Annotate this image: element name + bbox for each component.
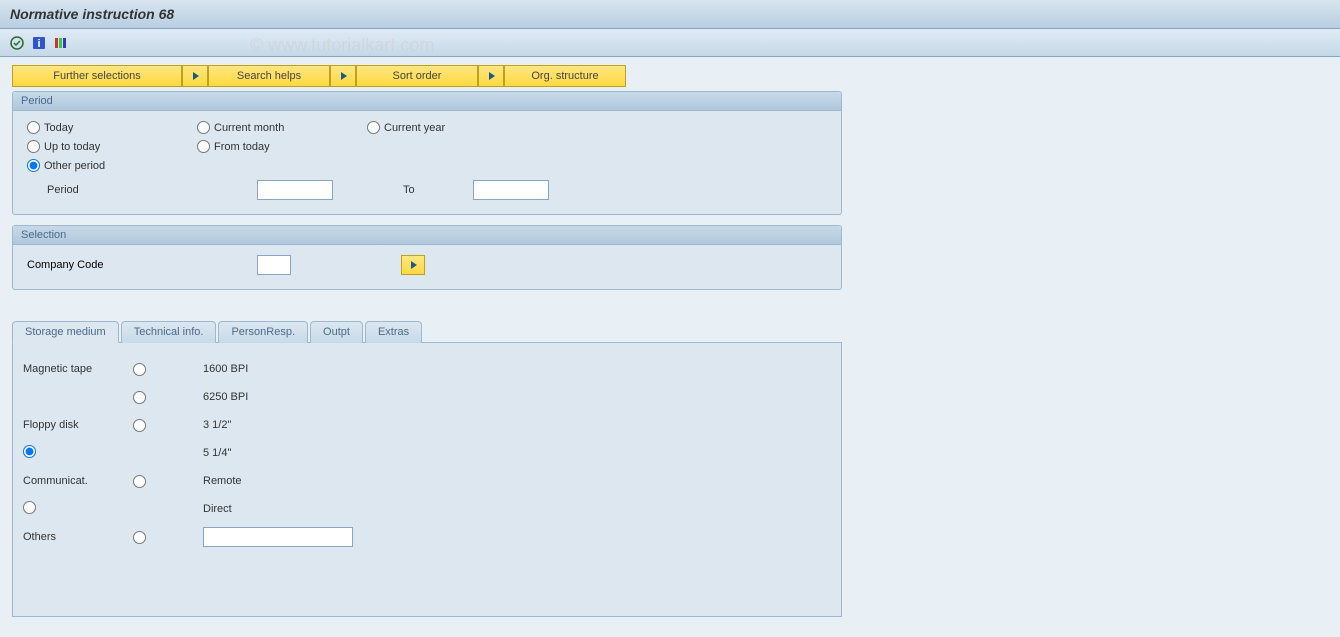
arrow-right-icon bbox=[411, 261, 417, 269]
others-input[interactable] bbox=[203, 527, 353, 547]
current-year-radio[interactable] bbox=[367, 121, 380, 134]
tab-technical-info[interactable]: Technical info. bbox=[121, 321, 217, 343]
org-structure-arrow-button[interactable] bbox=[478, 65, 504, 87]
search-helps-arrow-button[interactable] bbox=[182, 65, 208, 87]
other-period-radio[interactable] bbox=[27, 159, 40, 172]
direct-label: Direct bbox=[203, 503, 232, 515]
org-structure-button[interactable]: Org. structure bbox=[504, 65, 626, 87]
others-radio[interactable] bbox=[133, 531, 146, 544]
floppy-3-5-radio[interactable] bbox=[133, 419, 146, 432]
period-group-title: Period bbox=[13, 92, 841, 111]
current-year-label[interactable]: Current year bbox=[384, 122, 445, 134]
further-selections-button[interactable]: Further selections bbox=[12, 65, 182, 87]
floppy-5-25-left-radio[interactable] bbox=[23, 445, 36, 458]
multiple-selection-button[interactable] bbox=[401, 255, 425, 275]
from-today-label[interactable]: From today bbox=[214, 141, 270, 153]
period-to-label: To bbox=[333, 184, 473, 196]
selection-group: Selection Company Code bbox=[12, 225, 842, 290]
arrow-right-icon bbox=[193, 72, 199, 80]
company-code-label: Company Code bbox=[27, 259, 257, 271]
tab-person-resp[interactable]: PersonResp. bbox=[218, 321, 308, 343]
info-icon[interactable]: i bbox=[30, 34, 48, 52]
period-group: Period Today Current month Current year … bbox=[12, 91, 842, 215]
communicat-label: Communicat. bbox=[23, 475, 133, 487]
tab-storage-medium[interactable]: Storage medium bbox=[12, 321, 119, 343]
execute-icon[interactable] bbox=[8, 34, 26, 52]
tab-strip: Storage medium Technical info. PersonRes… bbox=[12, 320, 1328, 342]
period-to-input[interactable] bbox=[473, 180, 549, 200]
search-helps-button[interactable]: Search helps bbox=[208, 65, 330, 87]
remote-radio[interactable] bbox=[133, 475, 146, 488]
today-label[interactable]: Today bbox=[44, 122, 73, 134]
action-button-row: Further selections Search helps Sort ord… bbox=[12, 65, 1328, 87]
up-to-today-radio[interactable] bbox=[27, 140, 40, 153]
tab-extras[interactable]: Extras bbox=[365, 321, 422, 343]
size-5-25-label: 5 1/4" bbox=[203, 447, 231, 459]
today-radio[interactable] bbox=[27, 121, 40, 134]
tab-output[interactable]: Outpt bbox=[310, 321, 363, 343]
company-code-input[interactable] bbox=[257, 255, 291, 275]
storage-tab-panel: Magnetic tape 1600 BPI 6250 BPI Floppy d… bbox=[12, 342, 842, 617]
content-area: Further selections Search helps Sort ord… bbox=[0, 57, 1340, 637]
from-today-radio[interactable] bbox=[197, 140, 210, 153]
magnetic-tape-1600-radio[interactable] bbox=[133, 363, 146, 376]
direct-left-radio[interactable] bbox=[23, 501, 36, 514]
svg-text:i: i bbox=[37, 38, 40, 50]
arrow-right-icon bbox=[341, 72, 347, 80]
period-field-label: Period bbox=[47, 184, 257, 196]
sort-order-button[interactable]: Sort order bbox=[356, 65, 478, 87]
arrow-right-icon bbox=[489, 72, 495, 80]
remote-label: Remote bbox=[203, 475, 242, 487]
floppy-disk-label: Floppy disk bbox=[23, 419, 133, 431]
title-bar: Normative instruction 68 bbox=[0, 0, 1340, 29]
others-label: Others bbox=[23, 531, 133, 543]
magnetic-tape-6250-radio[interactable] bbox=[133, 391, 146, 404]
sort-order-arrow-button[interactable] bbox=[330, 65, 356, 87]
selection-group-title: Selection bbox=[13, 226, 841, 245]
bpi-1600-label: 1600 BPI bbox=[203, 363, 248, 375]
up-to-today-label[interactable]: Up to today bbox=[44, 141, 100, 153]
size-3-5-label: 3 1/2" bbox=[203, 419, 231, 431]
current-month-label[interactable]: Current month bbox=[214, 122, 284, 134]
toolbar: i bbox=[0, 29, 1340, 57]
page-title: Normative instruction 68 bbox=[10, 6, 1330, 22]
current-month-radio[interactable] bbox=[197, 121, 210, 134]
other-period-label[interactable]: Other period bbox=[44, 160, 105, 172]
bpi-6250-label: 6250 BPI bbox=[203, 391, 248, 403]
color-bars-icon[interactable] bbox=[52, 34, 70, 52]
magnetic-tape-label: Magnetic tape bbox=[23, 363, 133, 375]
period-from-input[interactable] bbox=[257, 180, 333, 200]
